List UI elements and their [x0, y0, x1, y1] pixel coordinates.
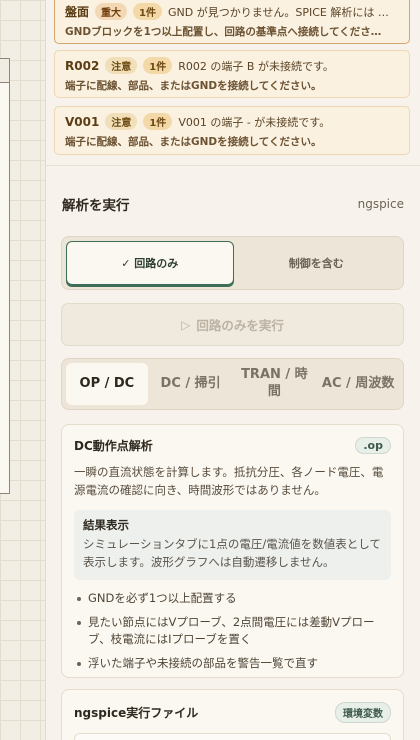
issue-code: V001 — [65, 114, 100, 129]
op-analysis-card: DC動作点解析 .op 一瞬の直流状態を計算します。抵抗分圧、各ノード電圧、電源… — [61, 424, 404, 678]
exec-path-field[interactable] — [74, 733, 391, 740]
run-button-label: 回路のみを実行 — [196, 318, 284, 333]
tab-ac[interactable]: AC / 周波数 — [317, 363, 399, 405]
list-item: 浮いた端子や未接続の部品を警告一覧で直す — [74, 655, 391, 673]
run-mode-toggle: ✓ 回路のみ 制御を含む — [61, 236, 404, 290]
play-icon: ▷ — [181, 317, 191, 332]
section-title: 解析を実行 — [62, 198, 130, 214]
card-description: 一瞬の直流状態を計算します。抵抗分圧、各ノード電圧、電源電流の確認に向き、時間波… — [74, 465, 384, 498]
issue-item[interactable]: V001 注意 1件 V001 の端子 - が未接続です。 端子に配線、部品、ま… — [54, 106, 410, 155]
ngspice-exec-card: ngspice実行ファイル 環境変数 — [61, 689, 404, 740]
result-box: 結果表示 シミュレーションタブに1点の電圧/電流値を数値表として表示します。波形… — [74, 509, 391, 580]
tab-dc-sweep[interactable]: DC / 掃引 — [150, 363, 232, 405]
issue-code: R002 — [65, 58, 100, 73]
result-title: 結果表示 — [83, 517, 129, 532]
list-item: 見たい節点にはVプローブ、2点間電圧には差動Vプローブ、枝電流にはIプローブを置… — [74, 614, 391, 650]
canvas-sheet-header — [0, 59, 9, 83]
issue-hint: 端子に配線、部品、またはGNDを接続してください。 — [65, 136, 322, 148]
directive-badge: .op — [355, 436, 391, 454]
issue-message: R002 の端子 B が未接続です。 — [178, 59, 334, 73]
canvas-sheet — [0, 58, 10, 494]
issue-message: V001 の端子 - が未接続です。 — [178, 115, 331, 129]
card-title: ngspice実行ファイル — [74, 706, 199, 720]
issue-list: 盤面 重大 1件 GND が見つかりません。SPICE 解析には … GNDブロ… — [46, 0, 420, 166]
tab-tran[interactable]: TRAN / 時間 — [234, 363, 316, 405]
card-title: DC動作点解析 — [74, 438, 153, 453]
engine-label: ngspice — [357, 197, 404, 211]
count-badge: 1件 — [143, 57, 173, 74]
list-item: GNDを必ず1つ以上配置する — [74, 590, 391, 608]
mode-circuit-only[interactable]: ✓ 回路のみ — [66, 241, 234, 285]
env-var-badge: 環境変数 — [335, 702, 391, 723]
issue-hint: 端子に配線、部品、またはGNDを接続してください。 — [65, 80, 322, 92]
issue-message: GND が見つかりません。SPICE 解析には … — [167, 5, 389, 19]
analysis-tabs: OP / DC DC / 掃引 TRAN / 時間 AC / 周波数 — [61, 358, 404, 410]
tips-list: GNDを必ず1つ以上配置する 見たい節点にはVプローブ、2点間電圧には差動Vプロ… — [74, 590, 391, 673]
severity-badge: 注意 — [105, 113, 138, 130]
severity-badge: 重大 — [95, 3, 128, 20]
mode-include-control[interactable]: 制御を含む — [234, 241, 400, 285]
right-panel: 盤面 重大 1件 GND が見つかりません。SPICE 解析には … GNDブロ… — [46, 0, 420, 740]
count-badge: 1件 — [143, 113, 173, 130]
schematic-canvas[interactable] — [0, 0, 46, 740]
issue-item[interactable]: R002 注意 1件 R002 の端子 B が未接続です。 端子に配線、部品、ま… — [54, 50, 410, 98]
count-badge: 1件 — [133, 3, 162, 20]
result-description: シミュレーションタブに1点の電圧/電流値を数値表として表示します。波形グラフへは… — [83, 536, 381, 569]
run-button[interactable]: ▷ 回路のみを実行 — [61, 303, 404, 346]
issue-hint: GNDブロックを1つ以上配置し、回路の基準点へ接続してくださ… — [65, 26, 382, 38]
tab-op-dc[interactable]: OP / DC — [66, 363, 148, 405]
issue-code: 盤面 — [65, 5, 90, 19]
issue-item[interactable]: 盤面 重大 1件 GND が見つかりません。SPICE 解析には … GNDブロ… — [54, 0, 410, 44]
severity-badge: 注意 — [105, 57, 138, 74]
analysis-header: 解析を実行 ngspice — [62, 194, 404, 214]
